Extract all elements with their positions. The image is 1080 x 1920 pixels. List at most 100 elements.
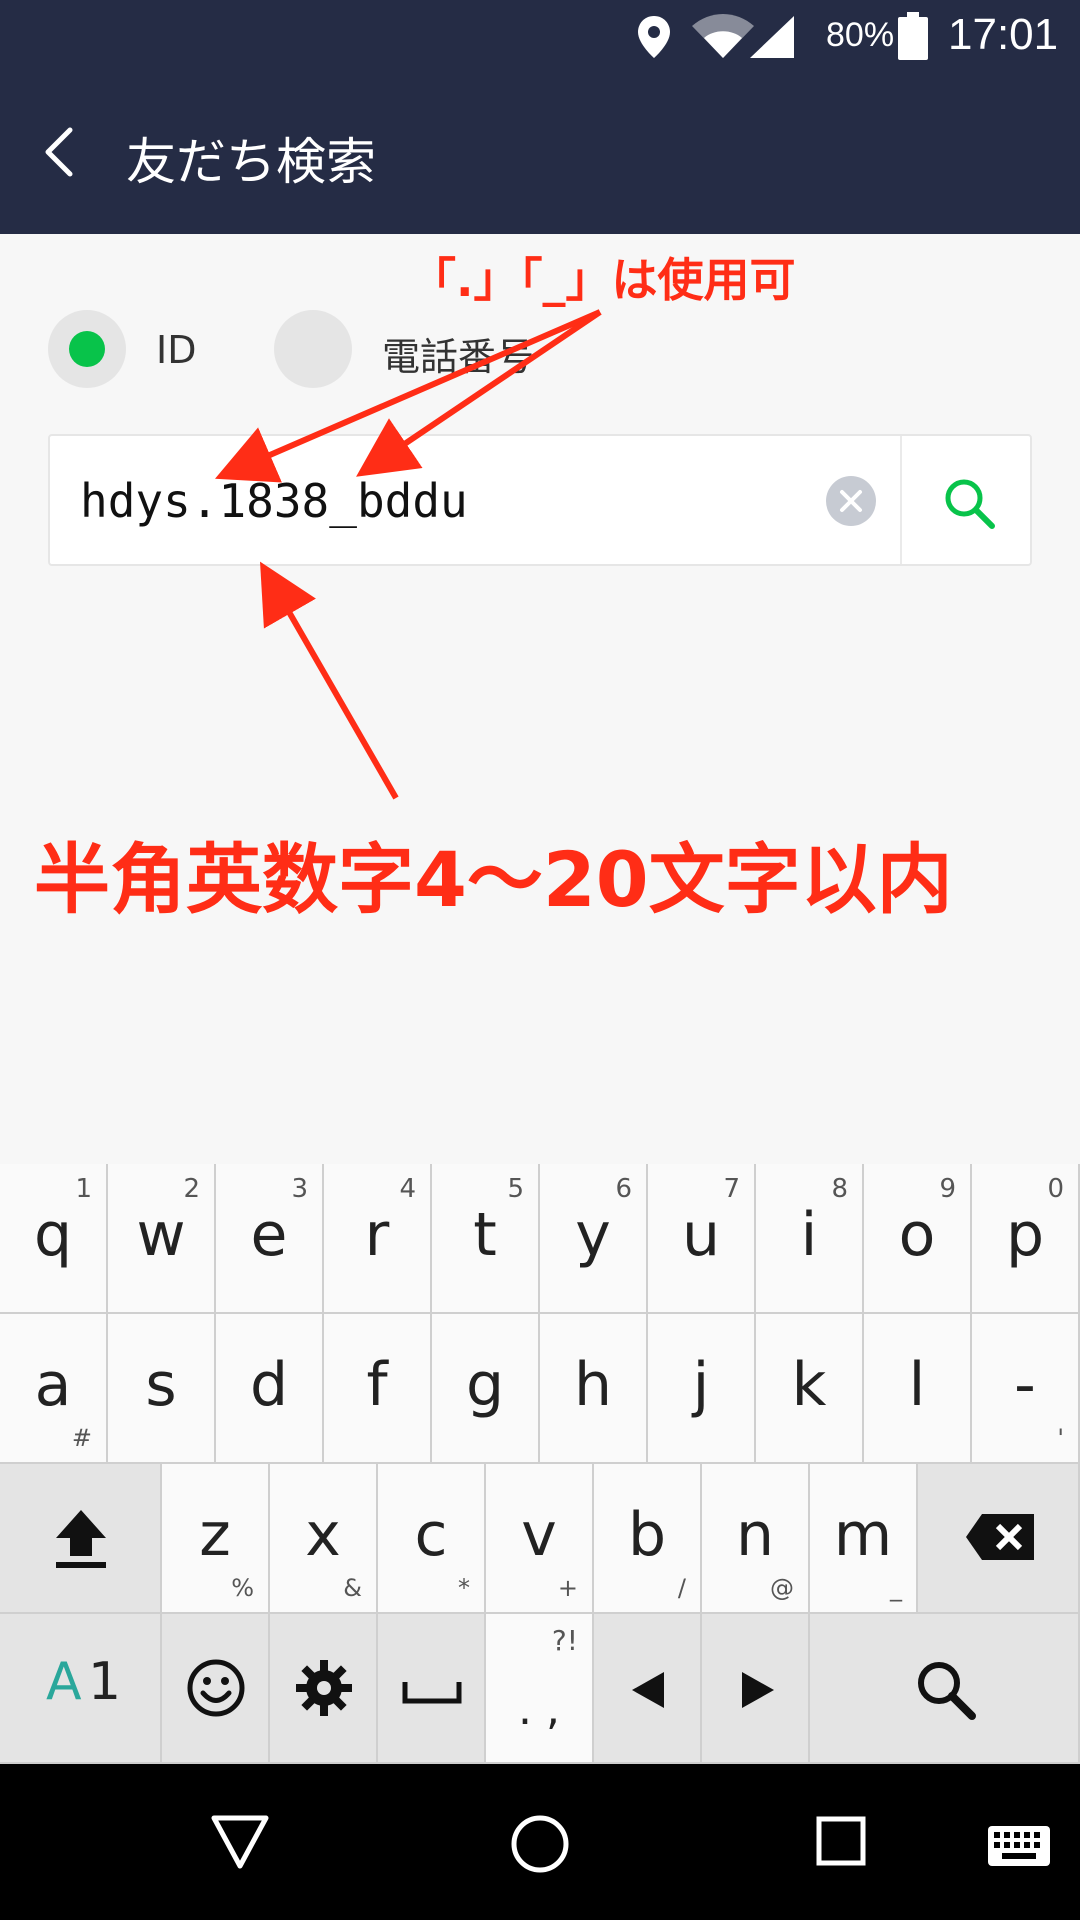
key-r[interactable]: r4 (324, 1164, 432, 1314)
signal-icon (750, 16, 794, 58)
key-y[interactable]: y6 (540, 1164, 648, 1314)
space-icon (402, 1682, 462, 1704)
page-title: 友だち検索 (126, 133, 376, 191)
key-o[interactable]: o9 (864, 1164, 972, 1314)
key-d[interactable]: d (216, 1314, 324, 1464)
punctuation-key[interactable]: ?! . , (486, 1614, 594, 1764)
key-label: w (136, 1200, 186, 1270)
key-secondary-label: 1 (75, 1174, 92, 1204)
backspace-icon (966, 1514, 1034, 1560)
key-e[interactable]: e3 (216, 1164, 324, 1314)
key-t[interactable]: t5 (432, 1164, 540, 1314)
key-secondary-label: 7 (723, 1174, 740, 1204)
key-g[interactable]: g (432, 1314, 540, 1464)
search-button[interactable] (902, 436, 1032, 564)
key-label: i (800, 1200, 818, 1270)
key-label: z (199, 1500, 231, 1570)
key-c[interactable]: c * (378, 1464, 486, 1614)
key-m[interactable]: m _ (810, 1464, 918, 1614)
id-search-input[interactable] (80, 466, 840, 536)
shift-icon (56, 1510, 106, 1568)
key-label: l (908, 1350, 926, 1420)
status-bar: 80% 17:01 (0, 0, 1080, 72)
key-secondary-label: / (677, 1574, 686, 1602)
location-icon (638, 16, 670, 58)
key-secondary-label: + (557, 1574, 578, 1602)
keyboard: q 1 w 2 e 3 r 4 t 5 y 6 u 7 i 8 o 9 p 0 a # s d f g h j k l - ' z% x & c * v +… (0, 1164, 1080, 1764)
key-n[interactable]: n @ (702, 1464, 810, 1614)
emoji-icon (187, 1659, 245, 1717)
key-z[interactable]: z% (162, 1464, 270, 1614)
clock: 17:01 (948, 10, 1059, 59)
key-secondary-label: 9 (939, 1174, 956, 1204)
punct-bottom-label: . , (518, 1684, 560, 1735)
backspace-key[interactable] (918, 1464, 1080, 1614)
key-secondary-label: * (458, 1574, 470, 1602)
key-label: p (1005, 1200, 1045, 1270)
emoji-key[interactable] (162, 1614, 270, 1764)
clear-icon (840, 490, 862, 512)
key-h[interactable]: h (540, 1314, 648, 1464)
key-label: j (692, 1350, 710, 1420)
key-secondary-label: 6 (615, 1174, 632, 1204)
radio-phone[interactable] (274, 310, 352, 388)
key-j[interactable]: j (648, 1314, 756, 1464)
key-secondary-label: ' (1057, 1424, 1064, 1452)
key-label: - (1014, 1350, 1036, 1420)
keyboard-switch-icon[interactable] (988, 1826, 1050, 1866)
key-label: t (473, 1200, 497, 1270)
cursor-right-key[interactable] (702, 1614, 810, 1764)
key-label: s (145, 1350, 177, 1420)
key-label: v (521, 1500, 557, 1570)
key-hyphen[interactable]: - ' (972, 1314, 1080, 1464)
clear-button[interactable] (826, 476, 876, 526)
key-label: k (791, 1350, 827, 1420)
key-secondary-label: 0 (1047, 1174, 1064, 1204)
key-secondary-label: 4 (399, 1174, 416, 1204)
key-s[interactable]: s (108, 1314, 216, 1464)
key-secondary-label: 2 (183, 1174, 200, 1204)
battery-percent: 80% (826, 16, 895, 54)
key-label: m (833, 1500, 893, 1570)
key-f[interactable]: f (324, 1314, 432, 1464)
key-secondary-label: 8 (831, 1174, 848, 1204)
key-k[interactable]: k (756, 1314, 864, 1464)
key-v[interactable]: v + (486, 1464, 594, 1614)
key-x[interactable]: x & (270, 1464, 378, 1614)
key-i[interactable]: i8 (756, 1164, 864, 1314)
settings-key[interactable] (270, 1614, 378, 1764)
search-enter-key[interactable] (810, 1614, 1080, 1764)
home-nav-icon[interactable] (510, 1814, 570, 1874)
back-nav-icon[interactable] (210, 1814, 270, 1870)
search-icon (918, 1662, 976, 1720)
space-key[interactable] (378, 1614, 486, 1764)
key-label: b (627, 1500, 667, 1570)
radio-id[interactable] (48, 310, 126, 388)
key-label: r (364, 1200, 390, 1270)
radio-label-id[interactable]: ID (156, 328, 196, 372)
arrow-to-input (260, 561, 399, 800)
radio-label-phone[interactable]: 電話番号 (382, 326, 534, 381)
back-arrow-icon[interactable] (34, 122, 94, 182)
recents-nav-icon[interactable] (816, 1816, 866, 1866)
key-secondary-label: & (343, 1574, 362, 1602)
key-q[interactable]: q1 (0, 1164, 108, 1314)
key-b[interactable]: b / (594, 1464, 702, 1614)
gear-icon (296, 1660, 352, 1716)
input-mode-key[interactable]: A1 (0, 1614, 162, 1764)
key-secondary-label: 3 (291, 1174, 308, 1204)
key-label: a (34, 1350, 72, 1420)
key-w[interactable]: w2 (108, 1164, 216, 1314)
search-box (48, 434, 1032, 566)
shift-key[interactable] (0, 1464, 162, 1614)
key-a[interactable]: a # (0, 1314, 108, 1464)
radio-selected-dot (69, 331, 105, 367)
key-label: f (366, 1350, 388, 1420)
key-u[interactable]: u7 (648, 1164, 756, 1314)
key-secondary-label: 5 (507, 1174, 524, 1204)
key-secondary-label: # (71, 1424, 92, 1452)
cursor-left-key[interactable] (594, 1614, 702, 1764)
key-p[interactable]: p0 (972, 1164, 1080, 1314)
key-l[interactable]: l (864, 1314, 972, 1464)
left-arrow-icon (632, 1672, 664, 1708)
